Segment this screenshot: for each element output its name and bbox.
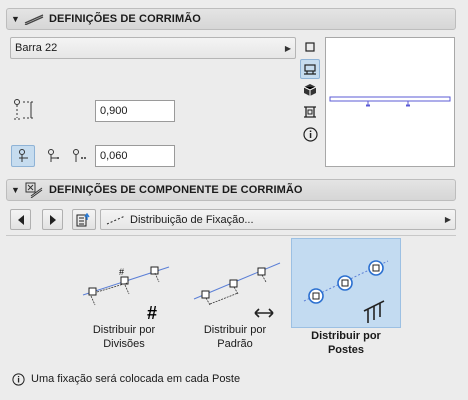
component-settings-icon — [23, 182, 45, 198]
component-settings-header[interactable]: ▼ DEFINIÇÕES DE COMPONENTE DE CORRIMÃO — [6, 179, 456, 201]
info-button[interactable] — [302, 126, 318, 142]
anchor-right-icon — [73, 149, 86, 162]
svg-text:#: # — [119, 267, 124, 277]
dropdown-arrow-icon: ▶ — [444, 215, 451, 224]
plan-view-button[interactable] — [302, 39, 318, 55]
elevation-view-button[interactable] — [302, 104, 318, 120]
divisions-illustration: # # — [82, 266, 170, 321]
arrow-right-icon — [49, 214, 56, 225]
info-text: Uma fixação será colocada em cada Poste — [31, 373, 241, 385]
height-value: 0,900 — [100, 105, 128, 117]
dropdown-arrow-icon: ▶ — [284, 43, 291, 53]
distribute-by-pattern-option[interactable]: Distribuir por Padrão — [176, 239, 294, 356]
height-icon — [12, 97, 38, 123]
option-label: Distribuir por Padrão — [203, 324, 267, 350]
preview-panel — [325, 37, 455, 167]
side-view-icon — [304, 64, 316, 75]
section-title: DEFINIÇÕES DE CORRIMÃO — [49, 13, 201, 25]
3d-view-button[interactable] — [302, 82, 318, 98]
offset-input[interactable]: 0,060 — [95, 145, 175, 167]
side-view-button[interactable] — [300, 59, 320, 79]
railing-preview-drawing — [329, 96, 451, 107]
collapse-triangle-icon[interactable]: ▼ — [11, 14, 23, 24]
anchor-right-button[interactable] — [70, 146, 88, 166]
anchor-left-icon — [19, 149, 28, 162]
previous-button[interactable] — [10, 209, 31, 230]
info-message: Uma fixação será colocada em cada Poste — [12, 371, 452, 387]
elevation-icon — [304, 106, 316, 118]
offset-value: 0,060 — [100, 150, 128, 162]
railing-icon — [23, 11, 45, 27]
divider — [6, 235, 456, 236]
posts-illustration — [303, 260, 389, 323]
anchor-center-button[interactable] — [45, 146, 63, 166]
list-arrow-icon — [76, 212, 90, 226]
railing-settings-header[interactable]: ▼ DEFINIÇÕES DE CORRIMÃO — [6, 8, 456, 30]
next-button[interactable] — [42, 209, 63, 230]
square-icon — [305, 42, 315, 52]
distribute-by-posts-option[interactable] — [291, 238, 401, 328]
profile-dropdown-value: Barra 22 — [15, 42, 58, 54]
pattern-illustration — [193, 262, 281, 318]
option-label: Distribuir por Divisões — [92, 324, 156, 350]
component-type-value: Distribuição de Fixação... — [130, 213, 254, 226]
arrow-left-icon — [17, 214, 24, 225]
svg-text:#: # — [147, 303, 157, 321]
collapse-triangle-icon[interactable]: ▼ — [11, 185, 23, 195]
info-icon — [302, 126, 318, 142]
anchor-left-button[interactable] — [11, 145, 35, 167]
section-title: DEFINIÇÕES DE COMPONENTE DE CORRIMÃO — [49, 184, 303, 196]
info-icon — [12, 372, 25, 386]
distribution-icon — [106, 215, 126, 224]
component-list-button[interactable] — [72, 209, 96, 230]
component-type-dropdown[interactable]: Distribuição de Fixação... ▶ — [100, 209, 456, 230]
distribute-by-divisions-option[interactable]: # # Distribuir por Divisões — [65, 239, 183, 356]
posts-option-label[interactable]: Distribuir por Postes — [291, 328, 401, 358]
anchor-center-icon — [48, 149, 59, 162]
height-input[interactable]: 0,900 — [95, 100, 175, 122]
profile-dropdown[interactable]: Barra 22 ▶ — [10, 37, 296, 59]
cube-icon — [303, 84, 317, 96]
